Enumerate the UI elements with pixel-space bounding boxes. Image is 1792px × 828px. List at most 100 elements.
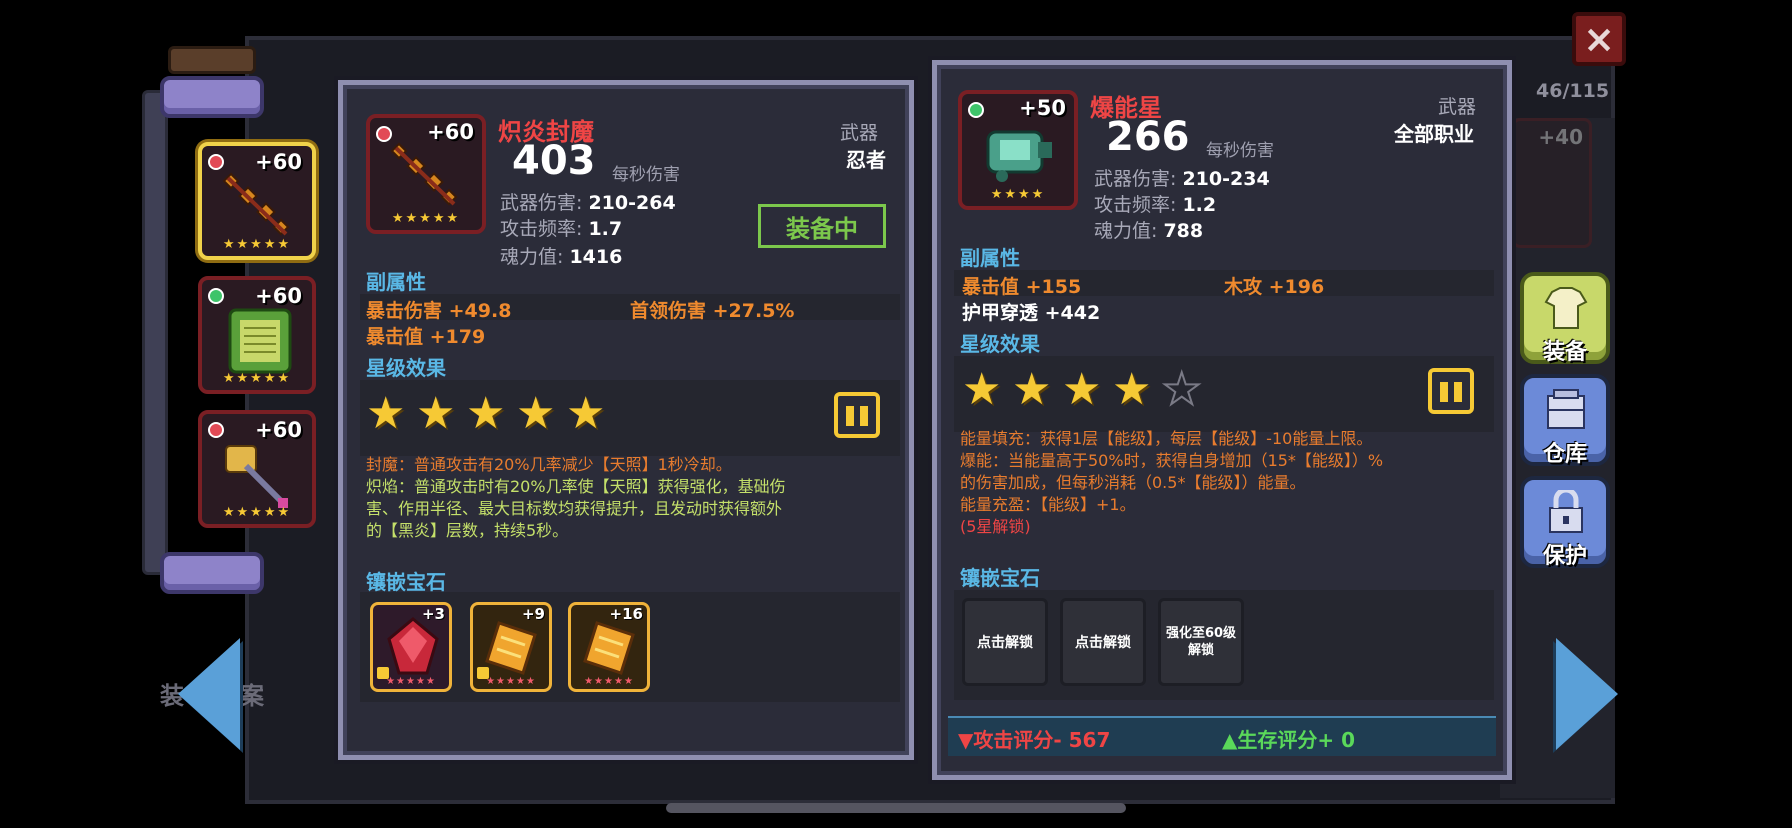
sub-attribute: 木攻 +196	[1224, 276, 1325, 298]
background-item: +40	[1512, 118, 1592, 248]
star-icon: ★	[962, 364, 1002, 415]
item-stars: ★★★★★	[222, 371, 292, 386]
blaster-icon	[986, 130, 1052, 182]
item-level: +50	[1019, 96, 1066, 120]
previous-arrow-icon[interactable]	[178, 638, 240, 750]
gem-slot[interactable]: +9 ★★★★★	[470, 602, 552, 692]
home-indicator[interactable]	[666, 803, 1126, 813]
gem-level: +9	[521, 605, 545, 623]
warehouse-icon	[1547, 389, 1585, 429]
gem-slot[interactable]: +16 ★★★★★	[568, 602, 650, 692]
scroll-gem-icon	[485, 621, 537, 675]
sub-attribute: 护甲穿透 +442	[962, 302, 1101, 324]
hidden-label: 案	[240, 682, 264, 710]
star-effect-text: 能量填充：获得1层【能级】，每层【能级】-10能量上限。 爆能：当能量高于50%…	[960, 429, 1384, 536]
dps-value: 266	[1106, 114, 1190, 160]
sub-attributes-title: 副属性	[960, 246, 1020, 270]
dps-label: 每秒伤害	[1206, 141, 1274, 161]
gem-unlock-slot[interactable]: 点击解锁	[962, 598, 1048, 686]
gem-unlock-slot[interactable]: 点击解锁	[1060, 598, 1146, 686]
list-header-bar	[168, 46, 256, 74]
item-level: +60	[255, 284, 302, 308]
gem-indicator-icon	[376, 126, 392, 142]
sub-attributes-title: 副属性	[366, 270, 426, 294]
star-icon: ★	[1112, 364, 1152, 415]
star-icon: ★	[516, 388, 556, 439]
close-button[interactable]: ×	[1572, 12, 1626, 66]
dps-value: 403	[512, 138, 596, 184]
list-item[interactable]: +60 ★★★★★	[198, 410, 316, 528]
item-stars: ★★★★★	[222, 505, 292, 520]
padlock-icon	[1549, 490, 1583, 533]
inventory-counter: 46/115	[1536, 80, 1610, 102]
gem-slot[interactable]: +3 ★★★★★	[370, 602, 452, 692]
storage-tab-label: 仓库	[1542, 442, 1587, 467]
star-icon: ★	[1012, 364, 1052, 415]
ruby-gem-icon	[387, 617, 439, 675]
gem-indicator-icon	[968, 102, 984, 118]
equipped-badge[interactable]: 装备中	[758, 204, 886, 248]
equip-tab[interactable]: 装备	[1520, 272, 1610, 365]
close-icon: ×	[1583, 17, 1615, 61]
soul-stat: 魂力值: 1416	[500, 246, 623, 268]
gem-stars: ★★★★★	[584, 676, 634, 687]
star-effects-title: 星级效果	[960, 332, 1040, 356]
star-icon: ★	[466, 388, 506, 439]
storage-tab[interactable]: 仓库	[1520, 374, 1610, 467]
hammer-icon	[225, 445, 288, 508]
item-level: +60	[255, 418, 302, 442]
survival-score: ▲生存评分+ 0	[1222, 728, 1356, 752]
gem-level: +16	[609, 605, 643, 623]
sub-attribute: 暴击值 +179	[366, 326, 486, 348]
gem-stars: ★★★★★	[386, 676, 436, 687]
staff-icon	[390, 142, 458, 206]
star-icon: ★	[1062, 364, 1102, 415]
background-item-plus: +40	[1538, 125, 1583, 149]
item-stars: ★★★★	[990, 187, 1046, 202]
equipped-item-icon: +60 ★★★★★	[366, 114, 486, 234]
weapon-damage-stat: 武器伤害: 210-264	[500, 192, 676, 214]
gems-title: 镶嵌宝石	[960, 566, 1040, 590]
list-item[interactable]: +60 ★★★★★	[198, 276, 316, 394]
item-level: +60	[427, 120, 474, 144]
gems-title: 镶嵌宝石	[366, 570, 446, 594]
scroll-icon	[228, 308, 292, 374]
equip-tab-label: 装备	[1542, 340, 1587, 365]
lock-icon[interactable]	[1428, 368, 1474, 414]
soul-stat: 魂力值: 788	[1094, 220, 1204, 242]
attack-rate-stat: 攻击频率: 1.7	[500, 218, 623, 240]
compared-item-icon: +50 ★★★★	[958, 90, 1078, 210]
list-scrollbar[interactable]	[142, 90, 168, 575]
gem-indicator-icon	[208, 422, 224, 438]
gem-locked-slot: 强化至60级 解锁	[1158, 598, 1244, 686]
scroll-down-button[interactable]	[160, 552, 264, 594]
next-arrow-icon[interactable]	[1556, 638, 1618, 750]
scroll-gem-icon	[583, 621, 635, 675]
sub-attribute: 首领伤害 +27.5%	[630, 300, 795, 322]
star-effect-text: 封魔：普通攻击有20%几率减少【天照】1秒冷却。 炽焰：普通攻击时有20%几率使…	[366, 455, 786, 540]
item-class: 忍者	[846, 148, 886, 172]
scroll-up-button[interactable]	[160, 76, 264, 118]
item-class: 全部职业	[1394, 122, 1474, 146]
star-icon: ★	[366, 388, 406, 439]
gem-indicator-icon	[208, 154, 224, 170]
item-stars: ★★★★★	[222, 237, 292, 252]
item-level: +60	[255, 150, 302, 174]
protect-tab-label: 保护	[1542, 544, 1587, 569]
list-item[interactable]: +60 ★★★★★	[198, 142, 316, 260]
item-stars: ★★★★★	[391, 211, 461, 226]
star-icon: ★	[566, 388, 606, 439]
star-effects-title: 星级效果	[366, 356, 446, 380]
attack-rate-stat: 攻击频率: 1.2	[1094, 194, 1217, 216]
gem-level: +3	[421, 605, 445, 623]
empty-star-icon: ★	[1161, 364, 1202, 415]
lock-icon[interactable]	[834, 392, 880, 438]
shirt-icon	[1544, 287, 1588, 329]
gem-indicator-icon	[208, 288, 224, 304]
sub-attribute: 暴击值 +155	[962, 276, 1082, 298]
item-type: 武器	[840, 122, 879, 144]
protect-tab[interactable]: 保护	[1520, 476, 1610, 569]
staff-icon	[222, 172, 290, 236]
sub-attribute: 暴击伤害 +49.8	[366, 300, 512, 322]
weapon-damage-stat: 武器伤害: 210-234	[1094, 168, 1270, 190]
